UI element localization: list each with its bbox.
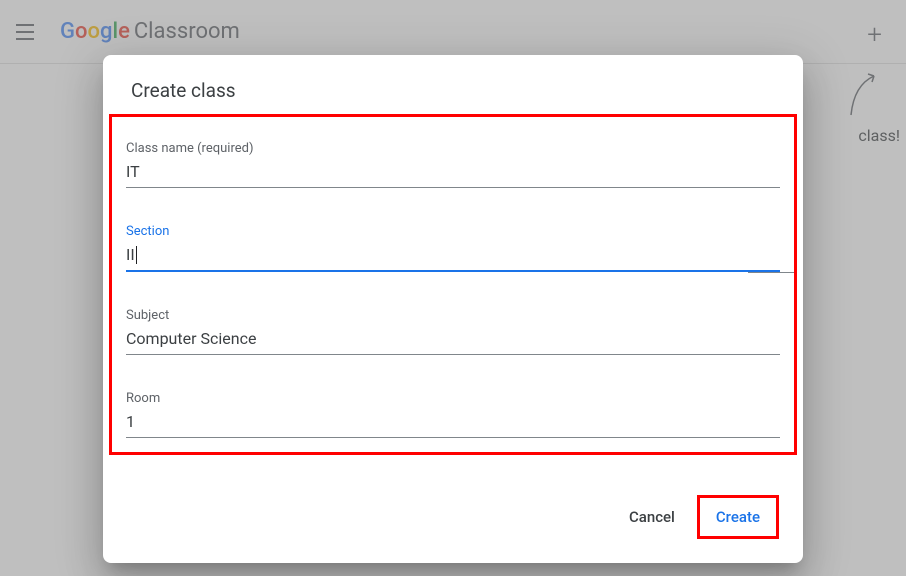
fields-highlight: Class name (required) Section II Subject… xyxy=(109,114,797,455)
section-input[interactable]: II xyxy=(126,241,780,272)
section-label: Section xyxy=(126,224,780,239)
subject-label: Subject xyxy=(126,308,780,323)
subject-field[interactable]: Subject xyxy=(126,288,780,355)
cancel-button[interactable]: Cancel xyxy=(615,500,689,534)
create-button-highlight: Create xyxy=(697,495,779,539)
create-class-dialog: Create class Class name (required) Secti… xyxy=(103,55,803,563)
room-label: Room xyxy=(126,391,780,406)
dialog-actions: Cancel Create xyxy=(103,455,803,547)
subject-input[interactable] xyxy=(126,325,780,355)
create-button[interactable]: Create xyxy=(702,500,774,534)
class-name-label: Class name (required) xyxy=(126,141,780,156)
room-field[interactable]: Room xyxy=(126,371,780,438)
class-name-field[interactable]: Class name (required) xyxy=(126,121,780,188)
class-name-input[interactable] xyxy=(126,158,780,188)
dialog-title: Create class xyxy=(103,55,803,114)
section-field[interactable]: Section II xyxy=(126,204,780,272)
room-input[interactable] xyxy=(126,408,780,438)
text-cursor xyxy=(136,246,137,264)
